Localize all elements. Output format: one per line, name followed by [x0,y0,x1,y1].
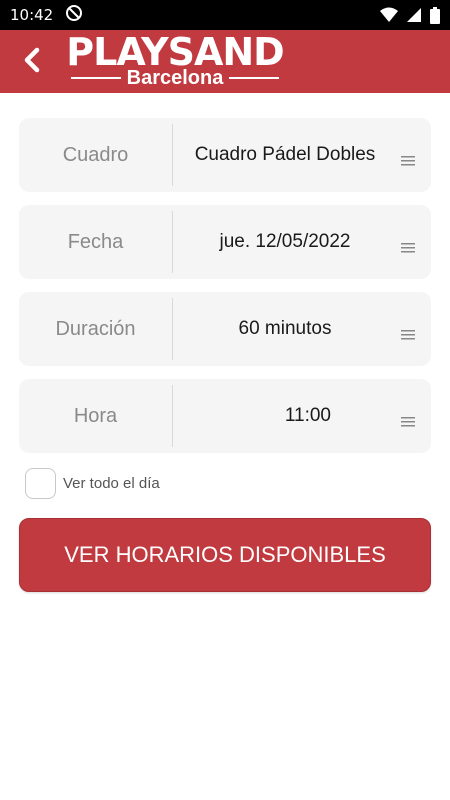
logo-divider-left [70,77,121,79]
playsand-logo: PLAYSAND Barcelona [65,33,285,91]
field-value-duracion: 60 minutos [238,318,332,339]
chevron-left-icon [21,46,43,79]
menu-icon [401,327,415,340]
status-right [380,6,440,24]
logo-sub-text: Barcelona [126,67,224,89]
wifi-icon [380,7,398,23]
field-value-hora: 11:00 [284,405,331,426]
menu-icon [401,414,415,427]
field-value-fecha: jue. 12/05/2022 [219,231,351,252]
all-day-checkbox-label: Ver todo el día [63,475,160,492]
booking-form: Cuadro Cuadro Pádel Dobles Fecha jue. 12… [19,118,431,466]
field-value-cuadro: Cuadro Pádel Dobles [194,144,376,165]
status-time: 10:42 [10,6,54,24]
logo-main-text: PLAYSAND [66,30,284,74]
do-not-disturb-icon [65,4,83,26]
status-bar: 10:42 [0,0,450,30]
view-available-times-button[interactable]: VER HORARIOS DISPONIBLES [19,518,431,592]
field-label-fecha: Fecha [67,230,124,253]
field-label-duracion: Duración [55,317,136,340]
field-label-hora: Hora [73,404,118,427]
field-label-cuadro: Cuadro [62,143,129,166]
status-left: 10:42 [10,4,83,26]
all-day-checkbox-row[interactable]: Ver todo el día [25,468,160,499]
time-select[interactable]: Hora 11:00 [19,379,431,453]
duration-select[interactable]: Duración 60 minutos [19,292,431,366]
all-day-checkbox[interactable] [25,468,56,499]
menu-icon [401,153,415,166]
app-header: PLAYSAND Barcelona [0,30,450,93]
cellular-signal-icon [406,7,422,23]
back-button[interactable] [14,44,50,80]
battery-icon [430,6,440,24]
court-select[interactable]: Cuadro Cuadro Pádel Dobles [19,118,431,192]
logo-divider-right [229,77,280,79]
menu-icon [401,240,415,253]
date-select[interactable]: Fecha jue. 12/05/2022 [19,205,431,279]
